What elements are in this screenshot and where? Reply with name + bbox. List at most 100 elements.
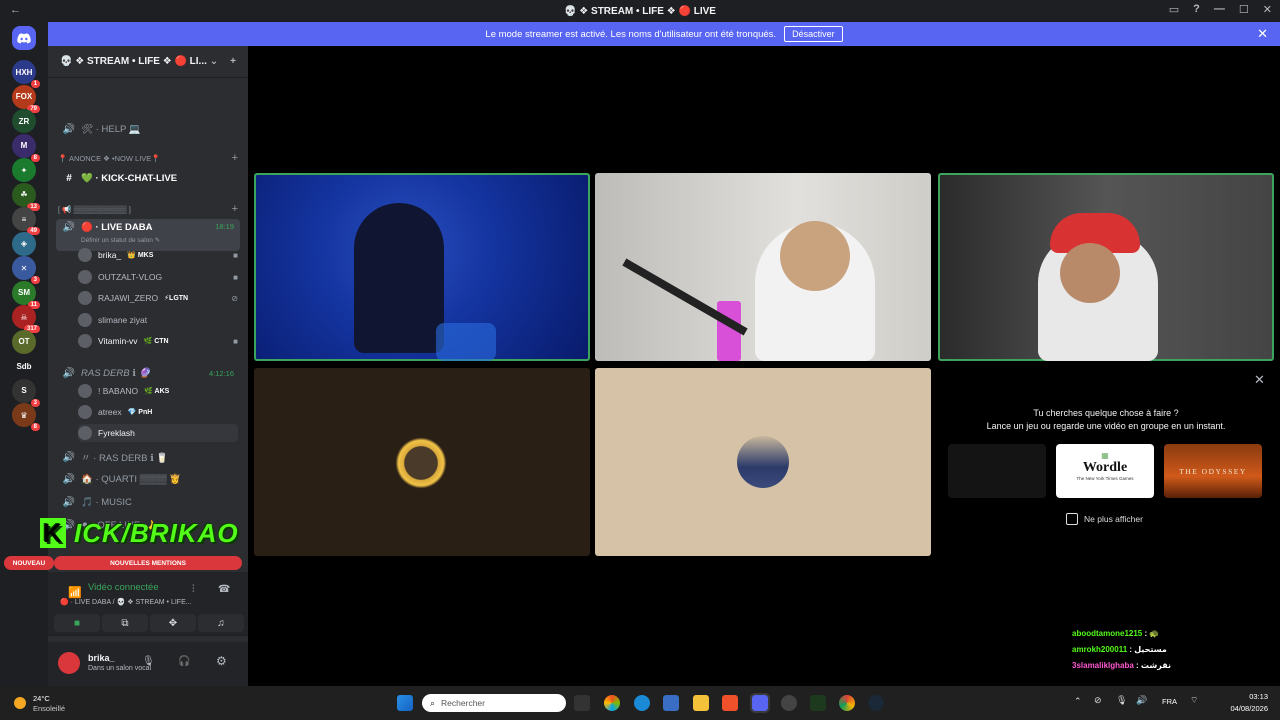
clock-date[interactable]: 04/08/2026 — [1222, 704, 1268, 713]
edge-icon[interactable] — [634, 695, 650, 711]
close-icon[interactable]: ✕ — [1254, 372, 1265, 388]
voice-tile-slimane[interactable] — [254, 368, 590, 556]
voice-user[interactable]: atreex 💎 PnH — [78, 403, 238, 421]
category-annonce[interactable]: 📍 ANONCE ❖ •NOW LIVE📍 + — [58, 151, 238, 165]
channel-status[interactable]: Définir un statut de salon ✎ — [81, 236, 160, 244]
taskbar-search[interactable]: ⌕ Rechercher — [422, 694, 566, 712]
back-arrow-icon[interactable]: ← — [10, 4, 21, 16]
channel-kick-chat-live[interactable]: # 💚 · KICK-CHAT-LIVE — [56, 169, 240, 187]
windows-start-icon[interactable] — [397, 695, 413, 711]
server-icon[interactable]: ZR — [12, 109, 36, 133]
server-icon[interactable]: ♛ 8 — [12, 403, 40, 431]
voice-user-name: RAJAWI_ZERO — [98, 293, 159, 303]
chrome-icon[interactable] — [839, 695, 855, 711]
obs-icon[interactable] — [781, 695, 797, 711]
server-icon[interactable]: ☘ 13 — [12, 182, 40, 211]
voice-user[interactable]: RAJAWI_ZERO ⚡LGTN ⊘ — [78, 289, 238, 307]
wordle-grid-icon: ▦ — [1101, 451, 1109, 460]
voice-tile-vitamin[interactable] — [595, 368, 931, 556]
noise-suppression-icon[interactable]: ⫶ — [192, 584, 195, 595]
steam-icon[interactable] — [868, 695, 884, 711]
server-icon[interactable]: ≡ 49 — [12, 207, 40, 235]
server-icon[interactable]: OT — [12, 329, 36, 354]
server-header[interactable]: 💀 ❖ STREAM • LIFE ❖ 🔴 LI... ⌄ + — [48, 46, 248, 78]
add-channel-icon[interactable]: + — [232, 152, 238, 164]
weather-desc[interactable]: Ensoleillé — [33, 704, 65, 713]
wifi-icon[interactable]: ⌔ — [1190, 695, 1198, 706]
server-icon[interactable]: Sdb — [12, 354, 36, 378]
terminal-icon[interactable] — [810, 695, 826, 711]
video-tile-rajawi[interactable] — [938, 173, 1274, 361]
clock-time[interactable]: 03:13 — [1222, 692, 1268, 701]
chevron-down-icon[interactable]: ⌄ — [210, 56, 218, 67]
server-icon[interactable]: ✕ 3 — [12, 256, 40, 284]
server-icon[interactable]: FOX 79 — [12, 84, 40, 113]
voice-user[interactable]: ! BABANO 🌿 AKS — [78, 382, 238, 400]
chevron-up-icon[interactable]: ⌃ — [1074, 696, 1082, 707]
headphones-icon[interactable]: 🎧 — [178, 656, 190, 667]
avatar — [78, 334, 92, 348]
voice-status[interactable]: Vidéo connectée — [88, 582, 159, 593]
voice-user[interactable]: slimane ziyat — [78, 311, 238, 329]
wordle-card[interactable]: ▦ Wordle The New York Times Games — [1056, 444, 1154, 498]
wordle-subtitle: The New York Times Games — [1076, 476, 1134, 481]
copilot-icon[interactable] — [604, 695, 620, 711]
channel-help[interactable]: 🔊 🛠 · HELP 💻 — [56, 120, 240, 138]
minimize-button[interactable]: — — [1214, 3, 1225, 16]
voice-channel-path[interactable]: 🔴 · LIVE DABA / 💀 ❖ STREAM • LIFE... — [60, 598, 192, 606]
task-view-icon[interactable] — [574, 695, 590, 711]
language-indicator[interactable]: FRA — [1162, 697, 1177, 706]
activity-button[interactable]: ✥ — [150, 614, 196, 632]
voice-channel[interactable]: 🔊 〃 · RAS DERB ℹ 🥛 — [56, 448, 240, 466]
server-icon[interactable]: ◈ — [12, 231, 36, 256]
voice-user[interactable]: brika_ 👑 MKS ■ — [78, 246, 238, 264]
dont-show-again-checkbox[interactable] — [1066, 513, 1078, 525]
microphone-icon[interactable]: 🎙 — [1116, 695, 1127, 706]
category-2[interactable]: [ 📢 ▒▒▒▒▒▒▒▒▒▒ ] + — [58, 202, 238, 216]
server-icon[interactable]: S3 — [12, 378, 40, 407]
mention-badge: 3 — [30, 276, 40, 284]
mic-arm — [622, 258, 748, 336]
server-icon[interactable]: ☠ 317 — [12, 305, 40, 333]
microphone-icon[interactable]: 🎙 — [142, 656, 155, 667]
server-icon[interactable]: ✦ — [12, 158, 36, 182]
voice-user[interactable]: Vitamin-vv 🌿 CTN ■ — [78, 332, 238, 350]
voice-channel[interactable]: 🔊 🏠 · QUARTI ▒▒▒▒ 👸 — [56, 470, 240, 488]
help-icon[interactable]: ? — [1193, 3, 1200, 16]
voice-channel[interactable]: 🔊 🎵 · MUSIC — [56, 493, 240, 511]
new-mentions-bar[interactable]: NOUVELLES MENTIONS — [54, 556, 242, 570]
new-badge[interactable]: NOUVEAU — [4, 556, 54, 570]
file-explorer-icon[interactable] — [693, 695, 709, 711]
disconnect-icon[interactable]: ☎ — [218, 584, 230, 595]
disable-streamer-mode-button[interactable]: Désactiver — [784, 26, 843, 42]
server-icon[interactable]: M8 — [12, 133, 40, 162]
weather-temp[interactable]: 24°C — [33, 694, 50, 703]
gear-icon[interactable]: ⚙ — [216, 654, 227, 668]
voice-user[interactable]: OUTZALT-VLOG ■ — [78, 268, 238, 286]
add-channel-icon[interactable]: + — [232, 203, 238, 215]
channel-ras-derb[interactable]: 🔊 RAS DERB ℹ 🔮 4:12:16 — [56, 364, 240, 382]
activity-card-1[interactable] — [948, 444, 1046, 498]
maximize-button[interactable]: ☐ — [1239, 3, 1249, 16]
store-icon[interactable] — [663, 695, 679, 711]
screen-share-button[interactable]: ⧉ — [102, 614, 148, 632]
the-odyssey-card[interactable]: THE ODYSSEY — [1164, 444, 1262, 498]
volume-icon[interactable]: 🔊 — [1136, 695, 1147, 706]
discord-home-icon[interactable] — [12, 26, 36, 50]
soundboard-button[interactable]: ♫ — [198, 614, 244, 632]
avatar[interactable] — [58, 652, 80, 674]
close-window-button[interactable]: ✕ — [1263, 3, 1272, 16]
video-tile-outzalt[interactable] — [595, 173, 931, 361]
video-tile-brika[interactable] — [254, 173, 590, 361]
server-icon[interactable]: HXH 1 — [12, 60, 40, 88]
brave-icon[interactable] — [722, 695, 738, 711]
invite-icon[interactable]: + — [230, 56, 236, 67]
inbox-icon[interactable]: ▭ — [1169, 3, 1179, 16]
camera-button[interactable]: ■ — [54, 614, 100, 632]
voice-user[interactable]: Fyreklash — [78, 424, 238, 442]
discord-taskbar-icon[interactable] — [750, 693, 770, 713]
username[interactable]: brika_ — [88, 653, 115, 663]
close-icon[interactable]: ✕ — [1257, 26, 1268, 42]
server-icon[interactable]: SM 11 — [12, 280, 40, 309]
network-icon[interactable]: ⊘ — [1094, 695, 1102, 706]
